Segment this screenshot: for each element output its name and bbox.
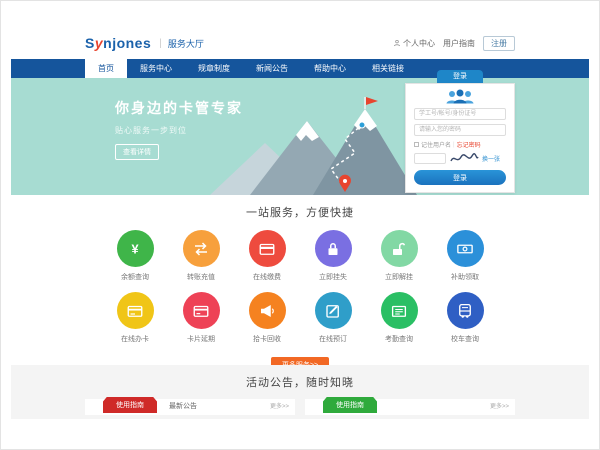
hero-banner: 你身边的卡管专家 贴心服务一步到位 查看详情 登录 (11, 78, 589, 195)
card-icon (126, 302, 144, 320)
edit-icon (324, 302, 342, 320)
brand-name: Synjones (85, 35, 151, 51)
banknote-icon (456, 240, 474, 258)
nav-item-home[interactable]: 首页 (85, 59, 127, 78)
brand-logo[interactable]: Synjones | 服务大厅 (85, 35, 204, 51)
service-school-bus-inquiry[interactable]: 校车查询 (435, 292, 495, 344)
service-online-payment[interactable]: 在线缴费 (237, 230, 297, 282)
announcements-left-panel: 使用指南 最新公告 更多>> (85, 399, 295, 415)
hero-cta-button[interactable]: 查看详情 (115, 144, 159, 160)
nav-item-rules[interactable]: 规章制度 (185, 59, 243, 78)
header: Synjones | 服务大厅 个人中心 用户指南 注册 (11, 27, 589, 59)
service-balance-inquiry[interactable]: ¥ 余额查询 (105, 230, 165, 282)
account-input[interactable] (414, 108, 506, 120)
service-online-card-application[interactable]: 在线办卡 (105, 292, 165, 344)
services-section: 一站服务，方便快捷 ¥ 余额查询 转账充值 在线缴费 (11, 195, 589, 365)
personal-center-link[interactable]: 个人中心 (393, 38, 435, 49)
card-clock-icon (192, 302, 210, 320)
separator: | (453, 142, 455, 148)
service-card-extension[interactable]: 卡片延期 (171, 292, 231, 344)
service-subsidy-collection[interactable]: 补助领取 (435, 230, 495, 282)
svg-text:¥: ¥ (131, 241, 139, 256)
logo-divider: | (159, 38, 162, 49)
tab-user-guide-left[interactable]: 使用指南 (103, 397, 157, 413)
brand-subtitle: 服务大厅 (168, 37, 204, 50)
more-link-right[interactable]: 更多>> (490, 399, 509, 415)
megaphone-icon (258, 302, 276, 320)
remember-label[interactable]: 记住用户名 (421, 140, 451, 149)
remember-checkbox[interactable] (414, 142, 419, 147)
service-transfer-recharge[interactable]: 转账充值 (171, 230, 231, 282)
tab-user-guide-right[interactable]: 使用指南 (323, 397, 377, 413)
service-lost-card-recovery[interactable]: 拾卡回收 (237, 292, 297, 344)
login-tab[interactable]: 登录 (437, 70, 483, 83)
nav-item-help-center[interactable]: 帮助中心 (301, 59, 359, 78)
change-captcha-link[interactable]: 换一张 (482, 154, 500, 163)
brand-accent-letter: y (95, 35, 103, 51)
yen-icon: ¥ (126, 240, 144, 258)
announcements-right-panel: 使用指南 更多>> (305, 399, 515, 415)
users-icon (445, 89, 475, 104)
service-report-loss[interactable]: 立即挂失 (303, 230, 363, 282)
card-icon (258, 240, 276, 258)
login-submit-button[interactable]: 登录 (414, 170, 506, 185)
nav-item-news[interactable]: 新闻公告 (243, 59, 301, 78)
service-cancel-loss[interactable]: 立即解挂 (369, 230, 429, 282)
mountain-illustration (195, 95, 425, 195)
forgot-password-link[interactable]: 忘记密码 (457, 140, 481, 149)
service-attendance-inquiry[interactable]: 考勤查询 (369, 292, 429, 344)
lock-icon (324, 240, 342, 258)
login-panel: 登录 记住用户名 | 忘记密码 (405, 70, 515, 193)
bus-icon (456, 302, 474, 320)
list-card-icon (390, 302, 408, 320)
captcha-image[interactable] (449, 152, 479, 165)
user-guide-link[interactable]: 用户指南 (443, 38, 475, 49)
service-online-booking[interactable]: 在线预订 (303, 292, 363, 344)
more-link-left[interactable]: 更多>> (270, 399, 289, 415)
unlock-icon (390, 240, 408, 258)
transfer-arrows-icon (192, 240, 210, 258)
services-row-1: ¥ 余额查询 转账充值 在线缴费 立即挂失 (85, 230, 515, 282)
captcha-input[interactable] (414, 153, 446, 164)
services-row-2: 在线办卡 卡片延期 拾卡回收 在线预订 (85, 292, 515, 344)
announcements-section: 活动公告，随时知晓 使用指南 最新公告 更多>> 使用指南 更多>> (11, 365, 589, 419)
person-icon (393, 39, 401, 47)
password-input[interactable] (414, 124, 506, 136)
announcements-title: 活动公告，随时知晓 (85, 365, 515, 390)
services-title: 一站服务，方便快捷 (85, 195, 515, 220)
nav-item-service-center[interactable]: 服务中心 (127, 59, 185, 78)
register-button[interactable]: 注册 (483, 36, 515, 51)
tab-latest-announcements[interactable]: 最新公告 (169, 399, 197, 415)
